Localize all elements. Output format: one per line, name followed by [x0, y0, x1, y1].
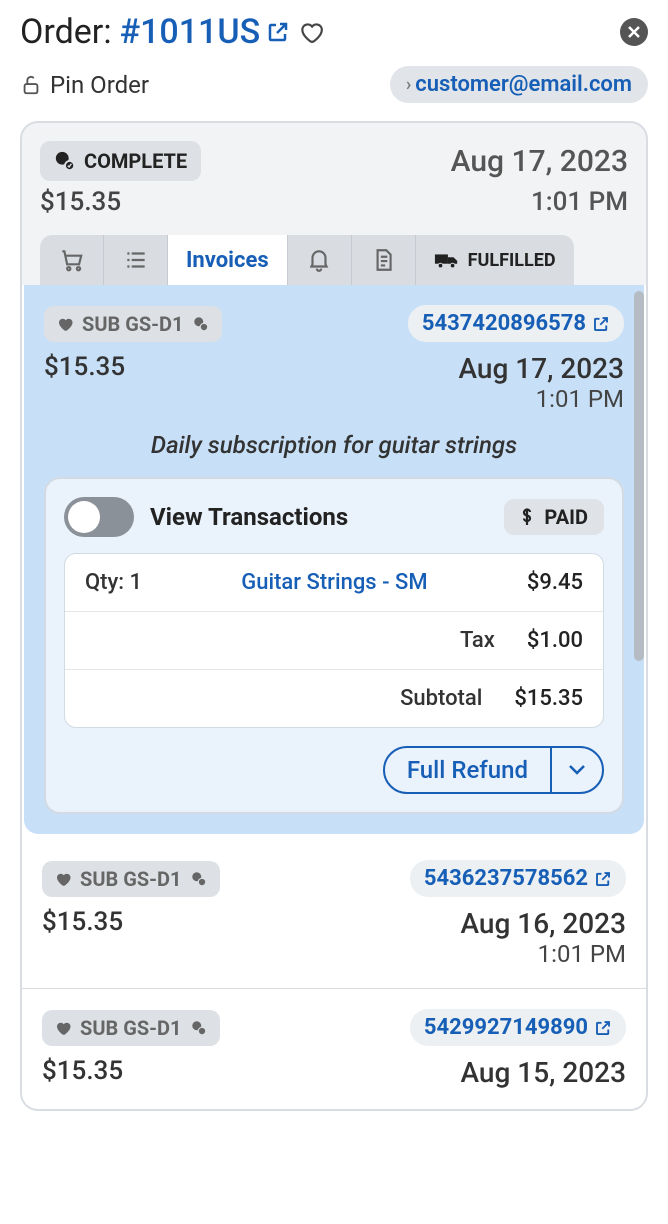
order-label: Order: — [20, 12, 112, 52]
external-link-icon — [594, 1019, 612, 1037]
invoice-id-text: 5429927149890 — [424, 1015, 588, 1040]
line-item-name[interactable]: Guitar Strings - SM — [142, 570, 527, 595]
paid-pill: PAID — [504, 499, 604, 535]
refund-label: Full Refund — [385, 748, 550, 792]
order-card: COMPLETE Aug 17, 2023 $15.35 1:01 PM Inv… — [20, 121, 648, 1111]
subheader-row: Pin Order › customer@email.com — [20, 66, 648, 103]
invoice-id-link[interactable]: 5429927149890 — [410, 1009, 626, 1046]
subscription-pill: SUB GS-D1 — [42, 1010, 220, 1046]
tab-cart[interactable] — [40, 235, 104, 285]
order-id-link[interactable]: #1011US — [120, 12, 291, 52]
recur-icon — [190, 870, 208, 888]
line-item-row: Qty: 1 Guitar Strings - SM $9.45 — [65, 554, 603, 611]
tax-row: Tax $1.00 — [65, 611, 603, 669]
invoice-amount: $15.35 — [44, 352, 125, 382]
paid-label: PAID — [544, 505, 588, 529]
complete-icon — [54, 150, 76, 172]
close-button[interactable] — [620, 18, 648, 46]
invoice-amount: $15.35 — [42, 1056, 123, 1086]
invoice-time: 1:01 PM — [460, 940, 626, 968]
customer-email-text: customer@email.com — [415, 72, 632, 97]
invoice-date: Aug 15, 2023 — [460, 1056, 626, 1089]
lock-open-icon — [20, 74, 42, 96]
view-transactions-label: View Transactions — [150, 503, 504, 531]
invoice-id-text: 5436237578562 — [424, 866, 588, 891]
status-text: COMPLETE — [84, 149, 187, 173]
invoice-time: 1:01 PM — [458, 385, 624, 413]
subtotal-row: Subtotal $15.35 — [65, 669, 603, 727]
invoice-item-expanded[interactable]: SUB GS-D1 5437420896578 $15.35 Aug 17, 2… — [24, 285, 644, 834]
tab-notifications[interactable] — [288, 235, 352, 285]
sub-label: SUB GS-D1 — [80, 867, 182, 891]
invoice-item[interactable]: SUB GS-D1 5429927149890 $15.35 Aug 15, 2… — [22, 989, 646, 1109]
recur-icon — [190, 1019, 208, 1037]
bell-icon — [306, 247, 332, 273]
cart-icon — [59, 247, 85, 273]
favorite-icon[interactable] — [298, 19, 324, 45]
invoice-id-text: 5437420896578 — [422, 311, 586, 336]
invoice-date: Aug 16, 2023 — [460, 907, 626, 940]
chevron-down-icon — [568, 764, 586, 776]
close-icon — [626, 24, 642, 40]
dollar-icon — [520, 507, 534, 527]
invoice-item[interactable]: SUB GS-D1 5436237578562 $15.35 Aug 16, 2… — [22, 840, 646, 989]
external-link-icon — [266, 20, 290, 44]
subtotal-label: Subtotal — [85, 686, 514, 711]
line-item-qty: Qty: 1 — [85, 570, 142, 595]
summary-time: 1:01 PM — [531, 187, 628, 217]
chevron-right-icon: › — [406, 74, 411, 95]
external-link-icon — [594, 870, 612, 888]
list-icon — [123, 247, 149, 273]
subscription-pill: SUB GS-D1 — [42, 861, 220, 897]
tab-fulfilled[interactable]: FULFILLED — [416, 235, 574, 285]
invoice-id-link[interactable]: 5436237578562 — [410, 860, 626, 897]
invoice-date: Aug 17, 2023 — [458, 352, 624, 385]
status-pill: COMPLETE — [40, 141, 201, 181]
external-link-icon — [592, 315, 610, 333]
line-item-price: $9.45 — [527, 570, 583, 595]
customer-email-pill[interactable]: › customer@email.com — [390, 66, 648, 103]
refund-dropdown[interactable] — [550, 748, 602, 792]
summary-date: Aug 17, 2023 — [451, 144, 628, 179]
tab-list[interactable] — [104, 235, 168, 285]
truck-icon — [434, 250, 460, 270]
invoice-details-card: View Transactions PAID Qty: 1 Guitar Str… — [44, 477, 624, 814]
heart-solid-icon — [54, 1019, 72, 1037]
subtotal-value: $15.35 — [514, 686, 583, 711]
document-icon — [370, 247, 396, 273]
line-items-table: Qty: 1 Guitar Strings - SM $9.45 Tax $1.… — [64, 553, 604, 728]
tax-value: $1.00 — [527, 628, 583, 653]
heart-solid-icon — [54, 870, 72, 888]
tab-invoices-label: Invoices — [186, 248, 269, 273]
sub-label: SUB GS-D1 — [80, 1016, 182, 1040]
pin-order-label: Pin Order — [50, 71, 149, 99]
invoices-content: SUB GS-D1 5437420896578 $15.35 Aug 17, 2… — [22, 285, 646, 1109]
header-row: Order: #1011US — [20, 12, 648, 52]
order-id-text: #1011US — [120, 12, 261, 52]
summary-amount: $15.35 — [40, 187, 121, 217]
subscription-pill: SUB GS-D1 — [44, 306, 222, 342]
tab-document[interactable] — [352, 235, 416, 285]
tax-label: Tax — [85, 628, 527, 653]
tab-fulfilled-label: FULFILLED — [468, 250, 556, 271]
scrollbar[interactable] — [634, 291, 644, 661]
heart-solid-icon — [56, 315, 74, 333]
invoice-description: Daily subscription for guitar strings — [44, 431, 624, 459]
sub-label: SUB GS-D1 — [82, 312, 184, 336]
invoice-amount: $15.35 — [42, 907, 123, 937]
full-refund-button[interactable]: Full Refund — [383, 746, 604, 794]
tabs-bar: Invoices FULFILLED — [40, 235, 628, 285]
toggle-knob — [68, 501, 100, 533]
tab-invoices[interactable]: Invoices — [168, 235, 288, 285]
view-transactions-toggle[interactable] — [64, 497, 134, 537]
invoice-id-link[interactable]: 5437420896578 — [408, 305, 624, 342]
recur-icon — [192, 315, 210, 333]
pin-order-button[interactable]: Pin Order — [20, 71, 149, 99]
